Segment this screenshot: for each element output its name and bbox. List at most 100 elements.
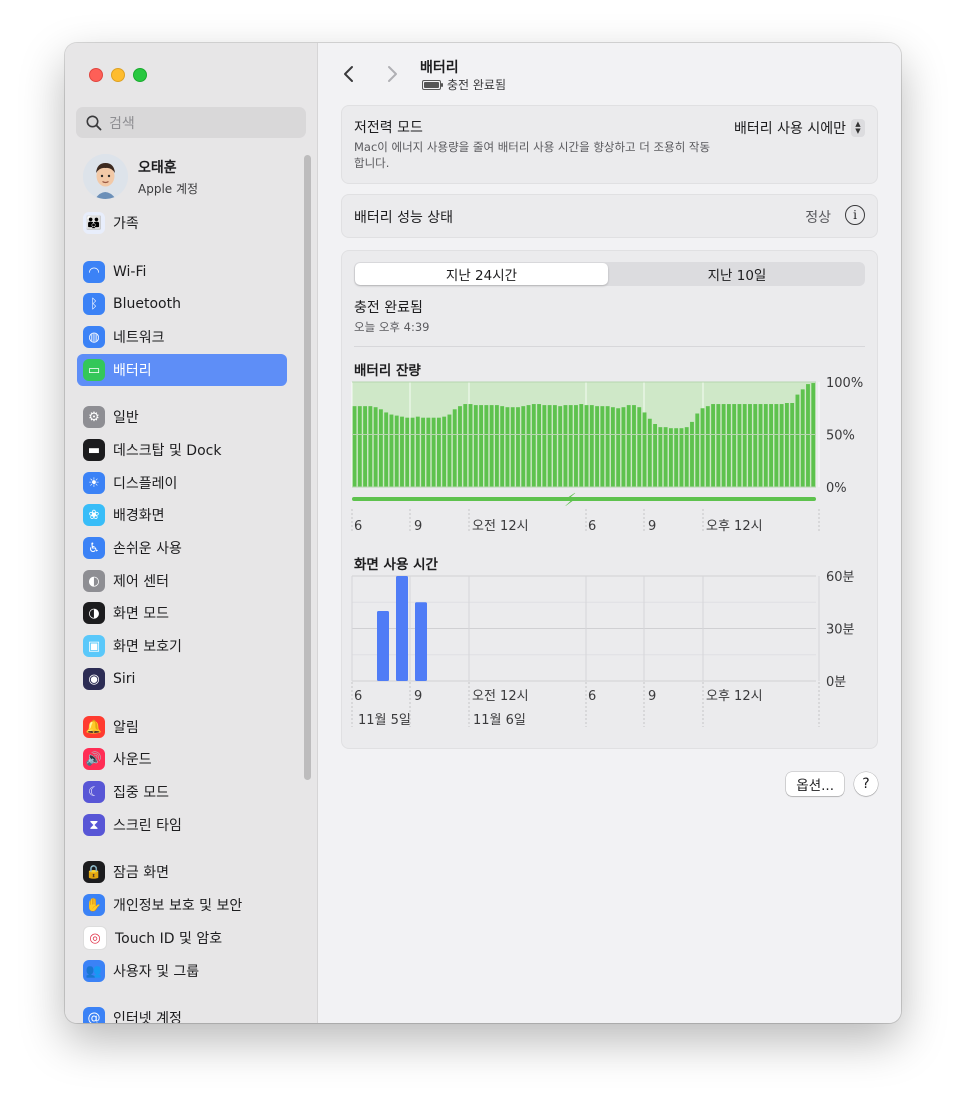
battery-level-bar [426, 417, 431, 487]
battery-level-bar [690, 421, 694, 487]
help-button[interactable]: ? [854, 772, 878, 796]
sidebar-item[interactable]: ▬ 데스크탑 및 Dock [77, 434, 287, 466]
page-subtitle: 충전 완료됨 [422, 76, 506, 93]
sidebar-item[interactable]: ⧗ 스크린 타임 [77, 809, 287, 841]
profile-row[interactable]: 오태훈 Apple 계정 [83, 154, 198, 199]
back-chevron-icon[interactable] [341, 65, 357, 83]
battery-x-tick: 6 [354, 519, 362, 534]
battery-level-bar [637, 407, 642, 487]
avatar [83, 154, 128, 199]
sidebar-item[interactable]: ▭ 배터리 [77, 354, 287, 386]
battery-status-icon [422, 79, 443, 90]
close-button[interactable] [89, 68, 103, 82]
battery-level-bar [442, 416, 447, 487]
screen-time-y-tick: 0분 [826, 675, 846, 690]
battery-level-bar [763, 404, 768, 487]
battery-level-bar [405, 417, 410, 487]
sidebar-item[interactable]: 👥 사용자 및 그룹 [77, 955, 287, 987]
battery-level-bar [363, 406, 368, 487]
sidebar-item-label: Siri [113, 671, 136, 687]
sidebar-item[interactable]: 🔒 잠금 화면 [77, 856, 287, 888]
battery-health-label: 배터리 성능 상태 [354, 210, 454, 226]
battery-level-bar [626, 405, 631, 487]
usage-charts: 100% 50% 0% ⚡ 6 9 오전 12시 6 9 오후 12시 60분 30분 0분 6 9 오전 1… [351, 376, 863, 728]
sidebar-item-label: 집중 모드 [113, 785, 169, 801]
forward-chevron-icon[interactable] [384, 65, 400, 83]
battery-level-bar [610, 407, 615, 487]
battery-level-bar [421, 417, 426, 487]
sidebar-item[interactable]: ▣ 화면 보호기 [77, 630, 287, 662]
battery-level-bar [394, 415, 399, 487]
screen-time-x-tick: 오후 12시 [706, 689, 763, 704]
battery-level-bar [400, 416, 404, 487]
sidebar-item-label: Wi-Fi [113, 264, 147, 280]
sidebar-item-label: 개인정보 보호 및 보안 [113, 898, 243, 914]
sidebar-item[interactable]: ☀ 디스플레이 [77, 467, 287, 499]
battery-level-bar [632, 405, 636, 487]
battery-level-bar [774, 404, 779, 487]
battery-health-value: 정상 [805, 210, 831, 226]
sidebar-item-label: 네트워크 [113, 330, 165, 346]
battery-level-bar [389, 414, 394, 487]
battery-level-bar [584, 405, 589, 487]
battery-level-bar [574, 405, 578, 487]
profile-name: 오태훈 [138, 159, 177, 176]
battery-level-bar [373, 407, 378, 487]
bluetooth-icon: ᛒ [83, 293, 105, 315]
info-icon[interactable]: i [845, 205, 865, 225]
sidebar-scrollbar[interactable] [304, 155, 311, 780]
sidebar-item[interactable]: ◍ 네트워크 [77, 321, 287, 353]
battery-level-bar [436, 417, 441, 487]
battery-level-bar [806, 384, 810, 487]
battery-level-bar [779, 404, 784, 487]
low-power-select[interactable]: 배터리 사용 시에만 ▲ ▼ [734, 118, 865, 138]
sidebar-item-label: 제어 센터 [113, 574, 169, 590]
battery-level-bar [711, 404, 716, 487]
sidebar-item[interactable]: ☾ 집중 모드 [77, 776, 287, 808]
zoom-button[interactable] [133, 68, 147, 82]
sidebar-item[interactable]: ◐ 제어 센터 [77, 565, 287, 597]
sidebar-item-label: 화면 모드 [113, 606, 169, 622]
search-field[interactable]: 검색 [76, 107, 306, 138]
control-center-icon: ◐ [83, 570, 105, 592]
sidebar-item[interactable]: ᛒ Bluetooth [77, 288, 287, 320]
sidebar-item[interactable]: 🔊 사운드 [77, 743, 287, 775]
options-button[interactable]: 옵션... [786, 772, 844, 796]
sidebar-item[interactable]: ✋ 개인정보 보호 및 보안 [77, 889, 287, 921]
sidebar-item-label: Touch ID 및 암호 [115, 931, 223, 947]
sidebar-item[interactable]: ⚙ 일반 [77, 401, 287, 433]
battery-level-bar [679, 428, 684, 487]
profile-subtitle: Apple 계정 [138, 181, 199, 196]
sidebar-item-label: 데스크탑 및 Dock [113, 443, 222, 459]
battery-level-bar [542, 405, 547, 487]
minimize-button[interactable] [111, 68, 125, 82]
battery-level-bar [700, 408, 705, 487]
sidebar-item[interactable]: 👪 가족 [77, 207, 287, 239]
sidebar-item-label: 잠금 화면 [113, 865, 169, 881]
sidebar-item[interactable]: 🔔 알림 [77, 711, 287, 743]
sidebar-item[interactable]: @ 인터넷 계정 [77, 1002, 287, 1023]
screen-time-x-tick: 오전 12시 [472, 689, 529, 704]
battery-level-bar [658, 427, 663, 487]
settings-window: 검색 오태훈 Apple 계정 👪 가족 ◠ Wi-Fi ᛒ Bluetooth… [65, 43, 901, 1023]
battery-level-bar [452, 409, 457, 487]
sidebar-item[interactable]: ◎ Touch ID 및 암호 [77, 922, 287, 954]
battery-level-bar [784, 403, 789, 487]
battery-level-bar [357, 406, 362, 487]
sidebar-item[interactable]: ◠ Wi-Fi [77, 256, 287, 288]
family-icon: 👪 [83, 212, 105, 234]
sidebar-item[interactable]: ◉ Siri [77, 663, 287, 695]
page-subtitle-text: 충전 완료됨 [447, 78, 507, 92]
battery-level-bar [674, 428, 679, 487]
battery-level-bar [716, 404, 721, 487]
sidebar-item[interactable]: ❀ 배경화면 [77, 499, 287, 531]
sidebar-item[interactable]: ♿ 손쉬운 사용 [77, 532, 287, 564]
battery-x-tick: 6 [588, 519, 596, 534]
wifi-icon: ◠ [83, 261, 105, 283]
battery-level-bar [748, 404, 752, 487]
sidebar-item-label: 화면 보호기 [113, 639, 182, 655]
search-icon [86, 115, 102, 130]
sidebar-item[interactable]: ◑ 화면 모드 [77, 597, 287, 629]
battery-level-bar [732, 404, 737, 487]
battery-level-bar [795, 394, 800, 487]
